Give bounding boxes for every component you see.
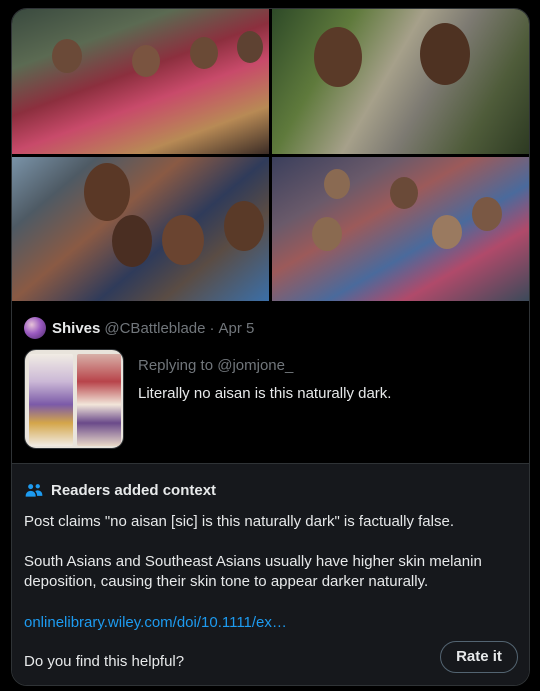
photo-festival-crowd[interactable] [12, 9, 269, 154]
photo-group-of-boys[interactable] [12, 157, 269, 301]
replying-to: Replying to @jomjone_ [138, 357, 293, 374]
quoted-tweet-header: Shives @CBattleblade · Apr 5 [24, 317, 254, 339]
note-source-link[interactable]: onlinelibrary.wiley.com/doi/10.1111/ex… [24, 614, 287, 631]
quoted-tweet[interactable]: Shives @CBattleblade · Apr 5 Replying to… [12, 305, 529, 461]
readers-icon [25, 484, 43, 497]
post-date[interactable]: Apr 5 [219, 320, 255, 337]
photo-group-of-children[interactable] [272, 157, 529, 301]
author-name[interactable]: Shives [52, 320, 100, 337]
note-header: Readers added context [24, 480, 216, 500]
note-title: Readers added context [51, 481, 217, 499]
media-grid [12, 9, 529, 301]
avatar[interactable] [24, 317, 46, 339]
replying-handle[interactable]: @jomjone_ [217, 357, 293, 374]
separator-dot: · [209, 319, 215, 337]
rate-it-button[interactable]: Rate it [440, 641, 518, 673]
photo-two-men[interactable] [272, 9, 529, 154]
replying-prefix: Replying to [138, 357, 214, 374]
post-card: Shives @CBattleblade · Apr 5 Replying to… [11, 8, 530, 686]
note-paragraph-1: Post claims "no aisan [sic] is this natu… [24, 513, 454, 530]
quoted-tweet-text: Literally no aisan is this naturally dar… [138, 385, 392, 402]
helpful-question: Do you find this helpful? [24, 653, 185, 670]
note-paragraph-2: South Asians and Southeast Asians usuall… [24, 553, 482, 590]
author-handle[interactable]: @CBattleblade [104, 320, 205, 337]
community-note: Readers added context Post claims "no ai… [12, 464, 529, 685]
quoted-media-thumbnail[interactable] [24, 349, 124, 449]
comic-panel-left [29, 354, 73, 446]
comic-panel-right [77, 354, 121, 446]
